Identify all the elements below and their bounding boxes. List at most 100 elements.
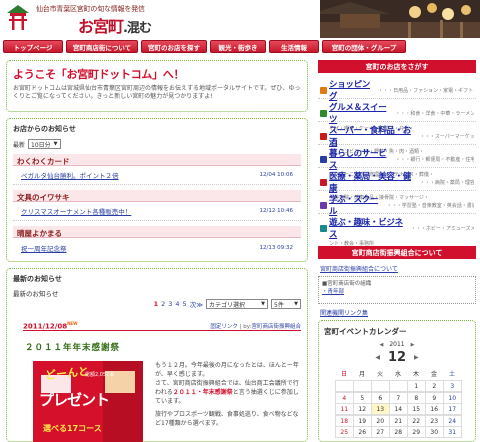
author-prefix: | by: — [237, 324, 252, 330]
shop-news-date: 12/13 09:32 — [259, 244, 293, 251]
calendar-day[interactable]: 22 — [407, 414, 426, 427]
category-item[interactable]: スーパー・食料品・お酒 ・・・スーパーマーケッ ト・コンビニ・米・野菜・魚・肉・酒… — [318, 122, 476, 155]
calendar-day[interactable]: 18 — [335, 414, 354, 427]
category-name[interactable]: ショッピング — [329, 78, 376, 102]
calendar-day[interactable]: 23 — [425, 414, 444, 427]
calendar-day[interactable]: 16 — [425, 403, 444, 415]
chevron-down-icon: ▼ — [294, 301, 298, 307]
category-tail: ・・・和食・洋食・中華・ラーメン — [395, 110, 474, 117]
calendar-day[interactable]: 30 — [425, 426, 444, 438]
permalink[interactable]: 固定リンク — [210, 324, 238, 330]
youth-division-link[interactable]: ・青年部 — [322, 289, 344, 295]
page-1[interactable]: 1 — [154, 300, 159, 308]
calendar-day[interactable]: 6 — [371, 391, 390, 404]
calendar-day[interactable]: 9 — [425, 391, 444, 404]
weekday-header: 火 — [376, 371, 383, 378]
shop-news-link[interactable]: 祝一周年記念祭 — [21, 243, 67, 253]
related-links[interactable]: 関連機関リンク集 — [320, 308, 368, 317]
page-4[interactable]: 4 — [175, 300, 179, 308]
calendar-day[interactable]: 4 — [335, 391, 354, 404]
nav-sightseeing[interactable]: 観光・街歩き — [210, 40, 266, 53]
category-name[interactable]: 遊ぶ・趣味・ビジネス — [329, 216, 409, 240]
nav-top[interactable]: トップページ — [3, 40, 63, 53]
prev-month-icon[interactable]: ◀ — [375, 354, 380, 361]
shop-news-date: 12/04 10:06 — [259, 172, 293, 178]
shop-news-link[interactable]: クリスマスオーナメント各種販売中！ — [21, 206, 131, 216]
calendar-day[interactable]: 15 — [407, 403, 426, 415]
calendar-day[interactable]: 29 — [407, 426, 426, 438]
chevron-down-icon: ▼ — [53, 141, 58, 147]
association-button[interactable]: 宮町商店街振興組合について — [318, 246, 476, 259]
calendar-day[interactable]: 3 — [443, 380, 462, 392]
calendar-day[interactable]: 13 — [371, 403, 390, 415]
next-month-icon[interactable]: ▶ — [414, 354, 419, 361]
calendar-empty-cell — [389, 380, 408, 392]
category-name[interactable]: 医療・薬局・美容・健康 — [329, 170, 418, 194]
calendar-day[interactable]: 1 — [407, 380, 426, 392]
association-link[interactable]: 宮町商店街振興組合について — [320, 264, 398, 273]
poster-text-2: プレゼント — [39, 391, 110, 409]
days-select-value: 10日分 — [31, 141, 51, 149]
calendar-empty-cell — [353, 380, 372, 392]
prev-year-icon[interactable]: ◀ — [380, 342, 384, 348]
category-name[interactable]: 学ぶ・スクール — [329, 193, 385, 217]
calendar-day[interactable]: 19 — [353, 414, 372, 427]
count-select-value: 5件 — [274, 301, 284, 309]
category-name[interactable]: グルメ＆スイーツ — [329, 101, 393, 125]
calendar-day[interactable]: 7 — [389, 391, 408, 404]
category-item[interactable]: ショッピング ・・・日用品・ファション・家電・ギフト・ — [318, 76, 476, 102]
category-name[interactable]: 暮らしのサービス — [329, 147, 393, 171]
page-3[interactable]: 3 — [168, 300, 172, 308]
calendar-day[interactable]: 2 — [425, 380, 444, 392]
calendar-day[interactable]: 24 — [443, 414, 462, 427]
nav-find-shops[interactable]: 宮町のお店を探す — [141, 40, 207, 53]
calendar-day[interactable]: 20 — [371, 414, 390, 427]
nav-about[interactable]: 宮町商店街について — [66, 40, 138, 53]
article-date-text: 2011/12/08 — [23, 322, 68, 330]
article-header: 2011/12/08NEW 固定リンク | by:宮町商店街振興組合 — [23, 319, 301, 331]
page-2[interactable]: 2 — [161, 300, 165, 308]
calendar-day[interactable]: 11 — [335, 403, 354, 415]
calendar-title: 宮町イベントカレンダー — [324, 327, 407, 336]
calendar-day[interactable]: 25 — [335, 426, 354, 438]
calendar-day[interactable]: 26 — [353, 426, 372, 438]
next-year-icon[interactable]: ▶ — [411, 342, 415, 348]
category-item[interactable]: 医療・薬局・美容・健康 ・・・病院・薬局・理容 ・美容院・健康食品・接骨院・マッサ… — [318, 168, 476, 201]
calendar-day[interactable]: 8 — [407, 391, 426, 404]
calendar-empty-cell — [371, 380, 390, 392]
author-link[interactable]: 宮町商店街振興組合 — [251, 324, 301, 330]
article-para-3: 旅行やプロスポーツ観戦、食事処巡り、食べ物などなど17種類から選べます。 — [155, 411, 299, 427]
shrine-logo-icon[interactable] — [6, 4, 30, 32]
calendar-day[interactable]: 10 — [443, 391, 462, 404]
shop-news-panel: お店からのお知らせ 最新 10日分 ▼ わくわくカード ペガルタ仙台勝利。ポイン… — [6, 118, 308, 262]
nav-groups[interactable]: 宮町の団体・グループ — [322, 40, 406, 53]
shop-news-link[interactable]: ペガルタ仙台勝利。ポイント２倍 — [21, 170, 119, 180]
calendar-day[interactable]: 28 — [389, 426, 408, 438]
poster-text-3: 総額2,057本 — [85, 372, 115, 378]
site-brand[interactable]: お宮町.混む — [78, 13, 152, 37]
shop-news-date: 12/12 10:46 — [259, 208, 293, 214]
next-page-link[interactable]: 次≫ — [190, 299, 203, 309]
article-meta: 固定リンク | by:宮町商店街振興組合 — [210, 322, 301, 330]
days-select[interactable]: 10日分 ▼ — [28, 139, 61, 149]
nav-living-info[interactable]: 生活情報 — [269, 40, 319, 53]
category-name[interactable]: スーパー・食料品・お酒 — [329, 124, 418, 148]
calendar-day[interactable]: 21 — [389, 414, 408, 427]
campaign-poster: どーんと 総額2,057本 プレゼント 選べる17コース — [33, 361, 143, 442]
grocery-icon — [320, 132, 327, 140]
page-5[interactable]: 5 — [183, 300, 187, 308]
calendar-day[interactable]: 12 — [353, 403, 372, 415]
count-select[interactable]: 5件 ▼ — [271, 299, 301, 309]
weekday-header: 金 — [430, 371, 437, 378]
calendar-day[interactable]: 27 — [371, 426, 390, 438]
calendar-day[interactable]: 17 — [443, 403, 462, 415]
welcome-panel: ようこそ「お宮町ドットコム」へ！ お宮町ドットコムは宮城県仙台市青葉区宮町周辺の… — [6, 60, 308, 112]
category-select[interactable]: カテゴリ選択 ▼ — [206, 299, 268, 309]
category-item[interactable]: グルメ＆スイーツ ・・・和食・洋食・中華・ラーメン そば・喫茶・ケーキ・和菓子・弁… — [318, 99, 476, 132]
main-nav: トップページ 宮町商店街について 宮町のお店を探す 観光・街歩き 生活情報 宮町… — [0, 40, 480, 54]
calendar-day[interactable]: 14 — [389, 403, 408, 415]
calendar-day[interactable]: 31 — [443, 426, 462, 438]
category-item[interactable]: 遊ぶ・趣味・ビジネス ・・・ホビー・アミューズメ ント・教会・事務所 — [318, 214, 476, 247]
calendar-day[interactable]: 5 — [353, 391, 372, 404]
article-title: ２０１１年年末感謝祭 — [25, 343, 121, 353]
